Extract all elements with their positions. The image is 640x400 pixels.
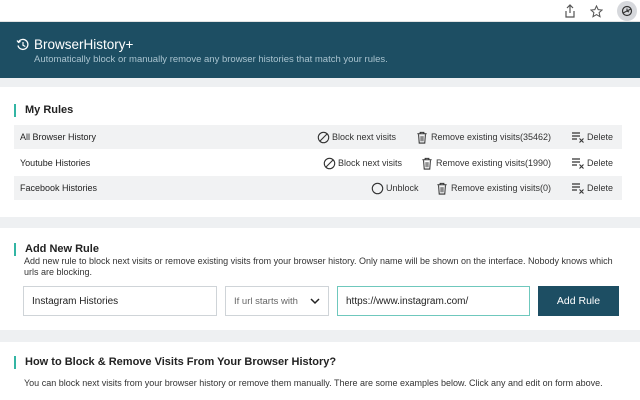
share-icon[interactable] <box>562 3 578 19</box>
block-icon <box>322 156 336 170</box>
rule-row: Youtube Histories Block next visits Remo… <box>14 151 622 175</box>
howto-title: How to Block & Remove Visits From Your B… <box>14 356 336 369</box>
unblock-icon <box>370 181 384 195</box>
add-rule-button[interactable]: Add Rule <box>538 286 619 316</box>
delete-label: Delete <box>587 158 614 168</box>
unblock-button[interactable]: Unblock <box>370 181 419 195</box>
star-icon[interactable] <box>588 3 604 19</box>
unblock-label: Unblock <box>386 183 419 193</box>
add-rule-description: Add new rule to block next visits or rem… <box>24 256 613 277</box>
remove-existing-visits-button[interactable]: Remove existing visits(1990) <box>420 156 551 170</box>
delete-rule-button[interactable]: Delete <box>571 130 613 144</box>
my-rules-card: My Rules All Browser History Block next … <box>0 87 640 217</box>
condition-select[interactable]: If url starts with <box>225 286 329 316</box>
rule-row: All Browser History Block next visits Re… <box>14 125 622 149</box>
delete-list-icon <box>571 130 585 144</box>
rule-name: All Browser History <box>20 132 97 142</box>
add-rule-title: Add New Rule <box>14 243 99 256</box>
block-next-visits-button[interactable]: Block next visits <box>322 156 402 170</box>
delete-list-icon <box>571 181 585 195</box>
app-header: BrowserHistory+ Automatically block or m… <box>0 22 640 78</box>
trash-icon <box>435 181 449 195</box>
block-icon <box>316 130 330 144</box>
remove-existing-visits-button[interactable]: Remove existing visits(35462) <box>415 130 551 144</box>
trash-icon <box>420 156 434 170</box>
condition-value: If url starts with <box>234 295 298 307</box>
rule-row: Facebook Histories Unblock Remove existi… <box>14 176 622 200</box>
delete-label: Delete <box>587 132 614 142</box>
remove-existing-visits-button[interactable]: Remove existing visits(0) <box>435 181 551 195</box>
trash-icon <box>415 130 429 144</box>
url-input[interactable]: https://www.instagram.com/ <box>337 286 530 316</box>
extension-history-icon[interactable] <box>617 1 637 21</box>
block-label: Block next visits <box>332 132 397 142</box>
remove-label: Remove existing visits(0) <box>451 183 552 193</box>
remove-label: Remove existing visits(1990) <box>436 158 552 168</box>
app-subtitle: Automatically block or manually remove a… <box>34 54 388 65</box>
history-logo-icon <box>16 38 30 52</box>
rule-name: Youtube Histories <box>20 158 91 168</box>
delete-list-icon <box>571 156 585 170</box>
howto-text: You can block next visits from your brow… <box>24 378 603 388</box>
browser-toolbar <box>0 0 640 22</box>
block-next-visits-button[interactable]: Block next visits <box>316 130 396 144</box>
rule-name: Facebook Histories <box>20 183 98 193</box>
my-rules-title: My Rules <box>14 104 73 117</box>
add-rule-card: Add New Rule Add new rule to block next … <box>0 228 640 330</box>
chevron-down-icon <box>310 297 320 308</box>
delete-rule-button[interactable]: Delete <box>571 181 613 195</box>
block-label: Block next visits <box>338 158 403 168</box>
rule-name-input[interactable]: Instagram Histories <box>23 286 217 316</box>
delete-rule-button[interactable]: Delete <box>571 156 613 170</box>
app-title: BrowserHistory+ <box>34 37 134 52</box>
delete-label: Delete <box>587 183 614 193</box>
howto-card: How to Block & Remove Visits From Your B… <box>0 342 640 400</box>
remove-label: Remove existing visits(35462) <box>431 132 552 142</box>
